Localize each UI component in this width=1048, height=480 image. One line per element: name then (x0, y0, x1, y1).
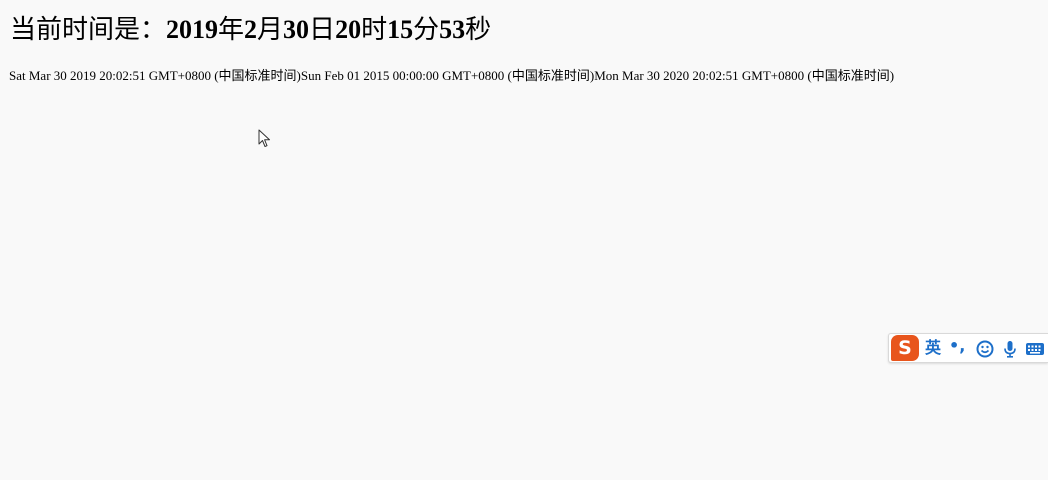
emoji-icon[interactable] (976, 340, 994, 358)
heading-month: 2 (244, 15, 258, 44)
current-time-heading: 当前时间是：2019年2月30日20时15分53秒 (10, 12, 491, 48)
heading-minute: 15 (387, 15, 414, 44)
ime-logo-icon[interactable]: S (891, 335, 919, 361)
date-strings-line: Sat Mar 30 2019 20:02:51 GMT+0800 (中国标准时… (9, 68, 895, 83)
heading-second-unit: 秒 (465, 15, 492, 44)
ime-language-toggle[interactable]: 英 (925, 337, 941, 359)
mouse-cursor-icon (258, 129, 270, 147)
microphone-icon[interactable] (1001, 340, 1019, 358)
heading-year: 2019 (166, 15, 219, 44)
ime-punctuation-toggle[interactable]: •, (949, 335, 965, 357)
keyboard-icon[interactable] (1025, 340, 1045, 358)
heading-year-unit: 年 (218, 15, 245, 44)
ime-toolbar[interactable]: S 英 •, (888, 333, 1048, 363)
heading-day-unit: 日 (309, 15, 336, 44)
heading-hour: 20 (335, 15, 362, 44)
heading-minute-unit: 分 (413, 15, 440, 44)
heading-prefix: 当前时间是： (10, 15, 167, 44)
heading-hour-unit: 时 (361, 15, 388, 44)
heading-day: 30 (283, 15, 310, 44)
heading-second: 53 (439, 15, 466, 44)
heading-month-unit: 月 (257, 15, 284, 44)
